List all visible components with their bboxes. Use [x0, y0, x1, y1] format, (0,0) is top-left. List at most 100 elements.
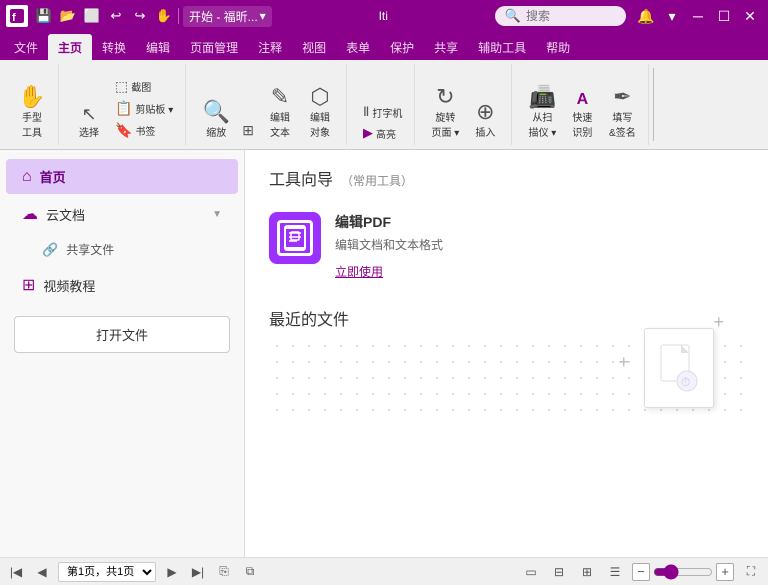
ribbon-group-select: ↖ 选择 ⬚ 截图 📋 剪贴板 ▾ 🔖 书签 [63, 64, 186, 145]
highlight-btn[interactable]: ▶ 高亮 [359, 123, 406, 143]
minimize-btn[interactable]: ─ [686, 4, 710, 28]
close-btn[interactable]: ✕ [738, 4, 762, 28]
typewriter-btn[interactable]: Ⅱ 打字机 [359, 102, 406, 122]
view-scroll-btn[interactable]: ☰ [604, 562, 626, 582]
page-select[interactable]: 第1页，共1页 [58, 562, 156, 582]
tab-annotation[interactable]: 注释 [248, 34, 292, 60]
hand-tool-ribbon-btn[interactable]: ✋ 手型工具 [14, 84, 50, 141]
tool-guide-title: 工具向导 [269, 166, 333, 190]
select-group-content: ↖ 选择 ⬚ 截图 📋 剪贴板 ▾ 🔖 书签 [71, 66, 177, 141]
copy-btn-2[interactable]: ⧉ [240, 562, 260, 582]
markup-group-content: Ⅱ 打字机 ▶ 高亮 [359, 66, 406, 143]
tab-view[interactable]: 视图 [292, 34, 336, 60]
nav-next-btn[interactable]: ▶ [162, 562, 182, 582]
ribbon-toolbar: ✋ 手型工具 ↖ 选择 ⬚ 截图 📋 剪贴板 ▾ 🔖 [0, 60, 768, 150]
ocr-icon: A [577, 92, 589, 108]
screenshot-btn[interactable]: ⬚ 截图 [111, 76, 177, 97]
clipboard-btn[interactable]: 📋 剪贴板 ▾ [111, 98, 177, 119]
hand-tool-btn[interactable]: ✋ [154, 6, 174, 26]
ocr-btn[interactable]: A 快速识别 [564, 90, 600, 141]
sidebar-item-cloud[interactable]: ☁ 云文档 ▼ [6, 196, 238, 232]
hand-label: 手型工具 [22, 109, 42, 139]
zoom-icon: 🔍 [203, 101, 230, 123]
maximize-btn[interactable]: ☐ [712, 4, 736, 28]
chevron-btn[interactable]: ▾ [660, 4, 684, 28]
window-controls: 🔔 ▾ ─ ☐ ✕ [634, 4, 762, 28]
select-tool-btn[interactable]: ↖ 选择 [71, 103, 107, 141]
highlight-icon: ▶ [363, 125, 373, 141]
ribbon-group-page: ↻ 旋转页面 ▾ ⊕ 插入 [419, 64, 512, 145]
scale-sm-btn[interactable]: ⊞ [238, 120, 258, 141]
tab-help[interactable]: 帮助 [536, 34, 580, 60]
bookmark-icon: 🔖 [115, 122, 132, 139]
search-input[interactable] [526, 9, 616, 23]
scan-btn[interactable]: 📠 从扫描仪 ▾ [524, 84, 560, 141]
tab-protect[interactable]: 保护 [380, 34, 424, 60]
tab-edit[interactable]: 编辑 [136, 34, 180, 60]
tab-share[interactable]: 共享 [424, 34, 468, 60]
ribbon-group-scan: 📠 从扫描仪 ▾ A 快速识别 ✒ 填写&签名 [516, 64, 649, 145]
fullscreen-btn[interactable]: ⛶ [740, 562, 762, 582]
typewriter-icon: Ⅱ [363, 104, 369, 120]
open-file-label: 打开文件 [96, 328, 148, 343]
open-tool-btn[interactable]: 📂 [58, 6, 78, 26]
scale-icon: ⊞ [242, 122, 254, 139]
zoom-btn[interactable]: 🔍 缩放 [198, 99, 234, 141]
toolbar-separator [178, 8, 179, 24]
copy-btn-1[interactable]: ⎘ [214, 562, 234, 582]
tab-page-manage[interactable]: 页面管理 [180, 34, 248, 60]
svg-text:⏱: ⏱ [681, 375, 690, 389]
status-bar: |◀ ◀ 第1页，共1页 ▶ ▶| ⎘ ⧉ ▭ ⊟ ⊞ ☰ − + ⛶ [0, 557, 768, 585]
sidebar-item-home[interactable]: ⌂ 首页 [6, 159, 238, 194]
tab-convert[interactable]: 转换 [92, 34, 136, 60]
nav-prev-btn[interactable]: ◀ [32, 562, 52, 582]
ribbon-group-markup: Ⅱ 打字机 ▶ 高亮 [351, 64, 415, 145]
search-box[interactable]: 🔍 [495, 6, 626, 26]
scan-group-content: 📠 从扫描仪 ▾ A 快速识别 ✒ 填写&签名 [524, 66, 640, 141]
plus-sign-2: + [713, 312, 724, 333]
scan-icon: 📠 [529, 86, 556, 108]
cloud-icon: ☁ [22, 204, 38, 224]
edit-col: ⊞ [238, 120, 258, 141]
window-tool-btn[interactable]: ⬜ [82, 6, 102, 26]
open-file-button[interactable]: 打开文件 [14, 316, 230, 353]
view-multi-btn[interactable]: ⊞ [576, 562, 598, 582]
notification-btn[interactable]: 🔔 [634, 4, 658, 28]
tab-file[interactable]: 文件 [4, 34, 48, 60]
zoom-slider[interactable] [653, 564, 713, 580]
nav-last-btn[interactable]: ▶| [188, 562, 208, 582]
zoom-minus-btn[interactable]: − [632, 563, 650, 581]
zoom-group-content: 🔍 缩放 ⊞ ✎ 编辑文本 ⬡ 编辑对象 [198, 66, 338, 141]
rotate-btn[interactable]: ↻ 旋转页面 ▾ [427, 84, 463, 141]
tool-guide-subtitle: （常用工具） [341, 172, 413, 189]
view-single-btn[interactable]: ▭ [520, 562, 542, 582]
save-tool-btn[interactable]: 💾 [34, 6, 54, 26]
tool-link[interactable]: 立即使用 [335, 263, 383, 280]
title-dropdown[interactable]: 开始 - 福昕... ▾ [183, 6, 272, 27]
nav-first-btn[interactable]: |◀ [6, 562, 26, 582]
zoom-plus-btn[interactable]: + [716, 563, 734, 581]
insert-btn[interactable]: ⊕ 插入 [467, 99, 503, 141]
undo-tool-btn[interactable]: ↩ [106, 6, 126, 26]
edit-text-btn[interactable]: ✎ 编辑文本 [262, 84, 298, 141]
plus-sign-1: + [618, 352, 629, 373]
sign-btn[interactable]: ✒ 填写&签名 [604, 84, 640, 141]
tab-form[interactable]: 表单 [336, 34, 380, 60]
view-double-btn[interactable]: ⊟ [548, 562, 570, 582]
sidebar-item-video[interactable]: ⊞ 视频教程 [6, 267, 238, 303]
clip-bookmark-group: ⬚ 截图 📋 剪贴板 ▾ 🔖 书签 [111, 76, 177, 141]
sidebar-item-share[interactable]: 🔗 共享文件 [6, 234, 238, 265]
clipboard-label: 剪贴板 ▾ [135, 101, 173, 116]
bookmark-btn[interactable]: 🔖 书签 [111, 120, 177, 141]
tab-home[interactable]: 主页 [48, 34, 92, 60]
screenshot-icon: ⬚ [115, 78, 128, 95]
edit-obj-btn[interactable]: ⬡ 编辑对象 [302, 84, 338, 141]
redo-tool-btn[interactable]: ↪ [130, 6, 150, 26]
ribbon-tabs: 文件 主页 转换 编辑 页面管理 注释 视图 表单 保护 共享 辅助工具 帮助 [0, 32, 768, 60]
rotate-label: 旋转页面 ▾ [431, 109, 459, 139]
sidebar: ⌂ 首页 ☁ 云文档 ▼ 🔗 共享文件 ⊞ 视频教程 打开文件 [0, 150, 245, 557]
page-group-content: ↻ 旋转页面 ▾ ⊕ 插入 [427, 66, 503, 141]
tool-info: 编辑PDF 编辑文档和文本格式 立即使用 [335, 212, 744, 280]
tab-accessibility[interactable]: 辅助工具 [468, 34, 536, 60]
rotate-icon: ↻ [436, 86, 454, 108]
